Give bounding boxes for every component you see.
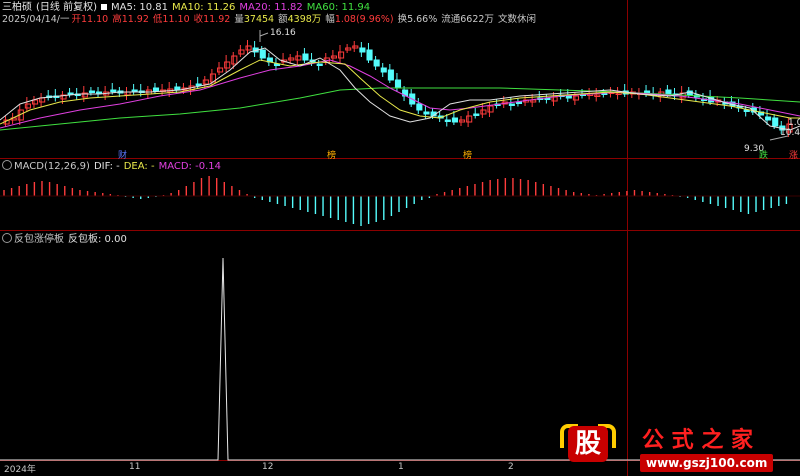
candle-body: [174, 86, 181, 91]
watermark-title: 公 式 之 家: [642, 428, 753, 453]
candle-body: [195, 83, 202, 86]
candle-body: [380, 67, 387, 73]
candle-body: [551, 96, 558, 102]
candle-body: [316, 63, 323, 66]
candle-body: [288, 57, 295, 61]
macd-histogram: [3, 176, 788, 226]
candle-body: [473, 113, 480, 116]
candle-body: [394, 79, 402, 89]
candle-body: [224, 61, 231, 69]
candle-body: [202, 79, 209, 85]
candle-body: [416, 103, 423, 111]
candle-body: [743, 109, 750, 112]
candle-body: [352, 45, 359, 49]
candle-body: [295, 55, 302, 61]
candle-body: [594, 94, 601, 97]
badge-zhang[interactable]: 涨: [789, 148, 798, 161]
candle-body: [515, 101, 523, 104]
candle-body: [572, 95, 579, 101]
candle-body: [217, 67, 224, 73]
candle-body: [259, 49, 266, 59]
chart-canvas[interactable]: [0, 0, 800, 476]
candle-body: [88, 90, 96, 93]
candle-body: [366, 49, 373, 61]
candle-body: [765, 116, 772, 121]
candle-body: [238, 49, 245, 55]
candle-body: [772, 117, 779, 127]
xaxis-label-2024: 2024年: [4, 465, 36, 475]
badge-die[interactable]: 跌: [759, 148, 768, 161]
xaxis-label-12: 12: [262, 462, 274, 472]
candle-body: [565, 95, 572, 99]
candle-body: [96, 91, 103, 94]
badge-bang-2[interactable]: 榜: [463, 148, 472, 161]
candle-body: [31, 99, 39, 105]
candle-body: [359, 47, 366, 53]
candle-body: [387, 69, 394, 81]
right-price-label-2: 1.0: [788, 118, 800, 128]
candle-body: [615, 92, 622, 95]
candle-body: [39, 97, 46, 103]
right-price-label-1: 10.4: [780, 128, 800, 138]
candle-body: [110, 89, 117, 92]
candle-body: [152, 87, 160, 92]
candle-body: [330, 55, 338, 59]
xaxis-label-2: 2: [508, 462, 514, 472]
candle-body: [345, 47, 352, 51]
candle-body: [373, 59, 380, 67]
badge-bang-1[interactable]: 榜: [327, 148, 336, 161]
candle-body: [665, 89, 672, 95]
candle-body: [458, 119, 466, 123]
candle-body: [302, 53, 309, 61]
watermark-url: www.gszj100.com: [640, 454, 774, 472]
high-price-label: 16.16: [270, 28, 296, 38]
xaxis-label-1: 1: [398, 462, 404, 472]
high-arrow: [259, 32, 269, 37]
watermark-logo-icon: 股: [560, 418, 616, 464]
candle-body: [480, 109, 487, 115]
candle-body: [131, 89, 138, 92]
candle-body: [24, 103, 31, 109]
candle-body: [451, 117, 458, 123]
candle-body: [508, 103, 515, 106]
candle-body: [423, 111, 430, 115]
candle-body: [487, 105, 494, 113]
xaxis-label-11: 11: [129, 462, 141, 472]
badge-cai[interactable]: 财: [118, 148, 127, 161]
candle-body: [444, 119, 451, 122]
logo-glyph: 股: [568, 426, 608, 462]
candle-body: [466, 115, 473, 123]
candle-body: [245, 45, 252, 51]
candle-body: [338, 51, 345, 59]
candle-body: [231, 55, 238, 65]
